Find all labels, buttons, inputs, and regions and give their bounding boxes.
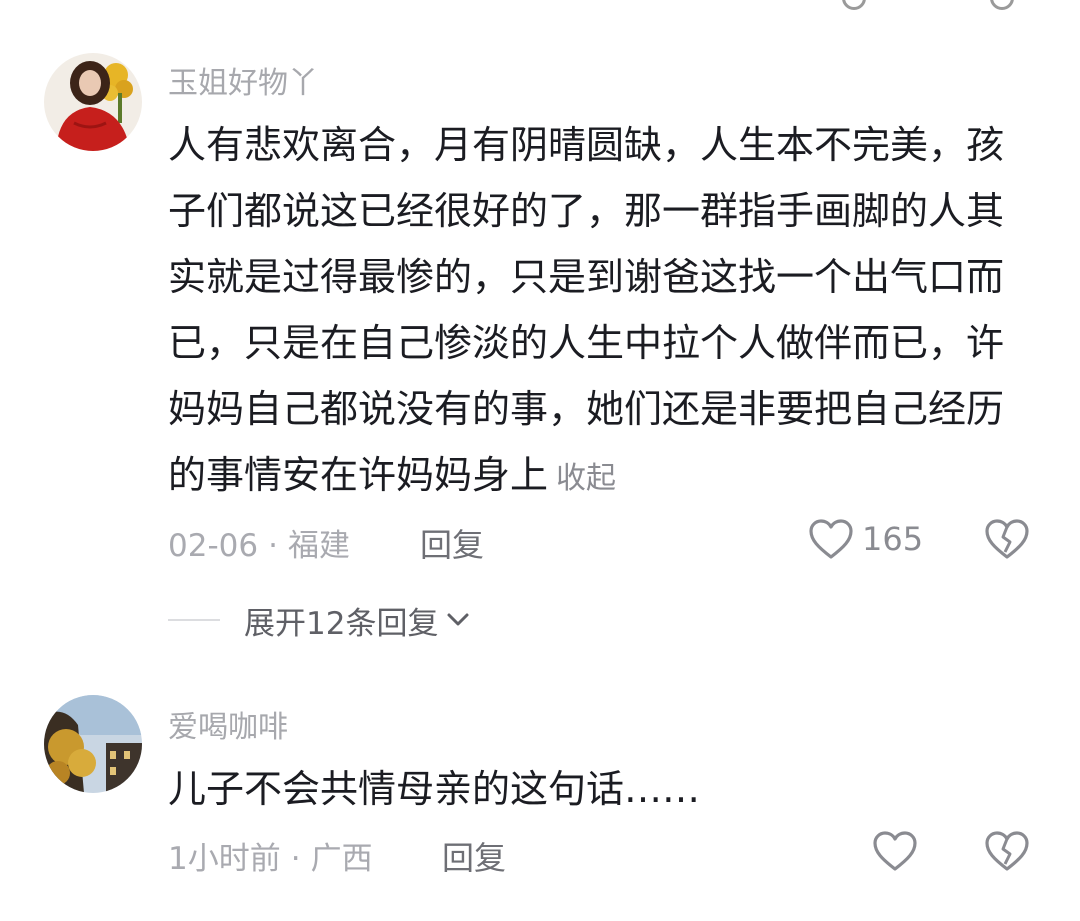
cutoff-icon-left: [842, 0, 866, 10]
meta-separator: ·: [268, 528, 278, 564]
comment-date: 1小时前: [168, 841, 281, 877]
comment-location: 福建: [287, 528, 350, 564]
reply-button[interactable]: 回复: [420, 520, 484, 566]
comment-meta: 02-06 · 福建: [168, 520, 350, 565]
comment-text: 儿子不会共情母亲的这句话……: [168, 756, 1038, 822]
username[interactable]: 玉姐好物丫: [168, 58, 318, 102]
comment-location: 广西: [310, 841, 373, 877]
comment-meta: 1小时前 · 广西: [168, 833, 373, 878]
collapse-link[interactable]: 收起: [556, 461, 616, 496]
comment-text: 人有悲欢离合，月有阴晴圆缺，人生本不完美，孩子们都说这已经很好的了，那一群指手画…: [168, 112, 1038, 512]
cutoff-icon-right: [990, 0, 1014, 10]
avatar[interactable]: [44, 53, 142, 151]
reply-button[interactable]: 回复: [442, 833, 506, 879]
comment-body: 儿子不会共情母亲的这句话……: [168, 767, 701, 811]
heart-outline-icon[interactable]: [808, 518, 854, 564]
avatar[interactable]: [44, 695, 142, 793]
comment-body: 人有悲欢离合，月有阴晴圆缺，人生本不完美，孩子们都说这已经很好的了，那一群指手画…: [168, 123, 1005, 497]
broken-heart-icon[interactable]: [984, 830, 1030, 876]
heart-outline-icon[interactable]: [872, 830, 918, 876]
username[interactable]: 爱喝咖啡: [168, 702, 288, 746]
comment-date: 02-06: [168, 528, 259, 564]
expand-replies-label[interactable]: 展开12条回复: [244, 598, 470, 643]
top-cutoff-icons: [0, 0, 1080, 10]
expand-replies-text: 展开12条回复: [244, 605, 439, 642]
divider: [168, 619, 220, 621]
meta-separator: ·: [290, 841, 301, 877]
broken-heart-icon[interactable]: [984, 518, 1030, 564]
like-count: 165: [862, 520, 924, 558]
chevron-down-icon: [447, 613, 469, 626]
expand-replies[interactable]: 展开12条回复: [168, 598, 470, 642]
